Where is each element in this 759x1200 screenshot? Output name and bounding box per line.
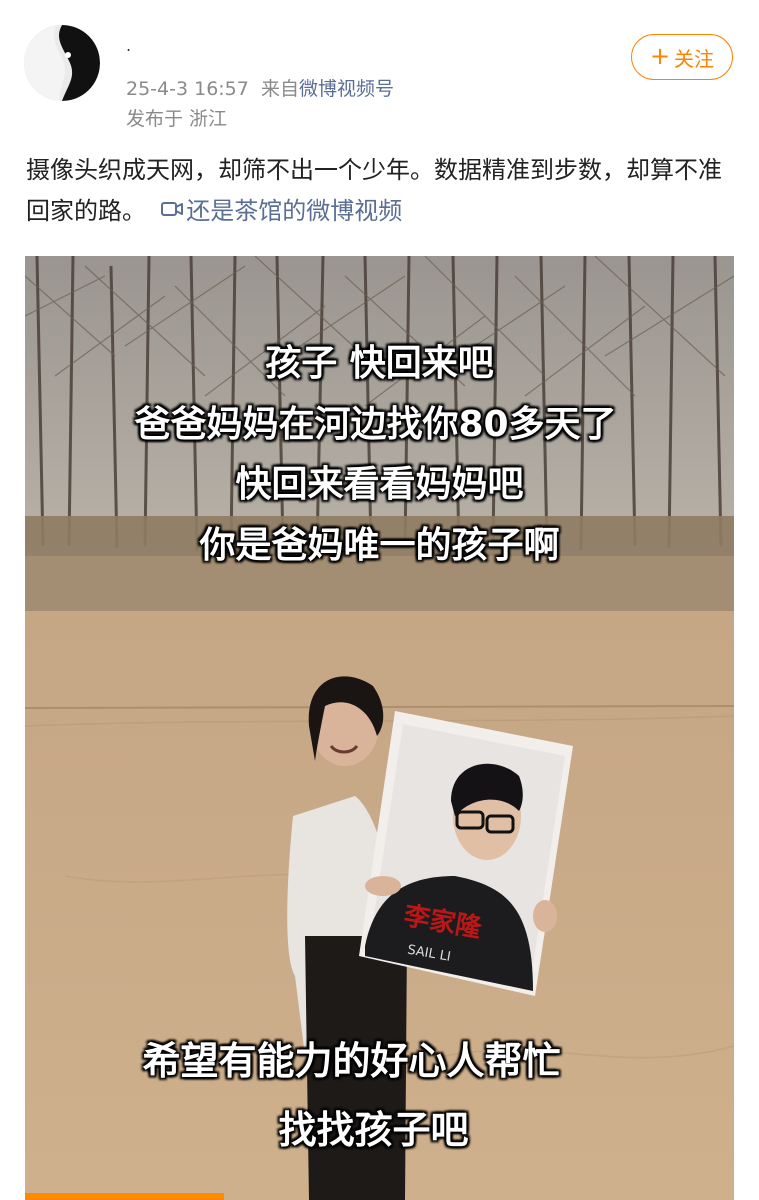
video-player[interactable]: 李家隆 SAIL LI 孩子 快回来吧 爸爸妈妈在河边找你80多天了 快回来看看… bbox=[25, 256, 734, 1200]
caption-line-5: 希望有能力的好心人帮忙 bbox=[142, 1039, 561, 1083]
caption-line-4: 你是爸妈唯一的孩子啊 bbox=[199, 525, 560, 566]
source-link[interactable]: 微博视频号 bbox=[299, 78, 394, 100]
caption-line-1: 孩子 快回来吧 bbox=[265, 343, 494, 384]
avatar-image bbox=[24, 25, 100, 101]
source-prefix: 来自 bbox=[260, 78, 299, 100]
portrait-sign: 李家隆 SAIL LI bbox=[359, 711, 573, 996]
plus-icon: + bbox=[649, 42, 671, 70]
video-progress-bar[interactable] bbox=[25, 1193, 224, 1200]
follow-label: 关注 bbox=[674, 46, 715, 71]
video-camera-icon bbox=[161, 190, 184, 231]
post-meta: 25-4-3 16:57 来自微博视频号 bbox=[126, 74, 394, 101]
caption-line-3: 快回来看看妈妈吧 bbox=[235, 464, 524, 505]
user-avatar[interactable] bbox=[24, 25, 100, 101]
post-header: . 25-4-3 16:57 来自微博视频号 发布于 浙江 + 关注 bbox=[0, 0, 759, 140]
post-date: 25-4-3 16:57 bbox=[126, 78, 249, 100]
caption-line-6: 找找孩子吧 bbox=[278, 1108, 469, 1152]
username[interactable]: . bbox=[126, 36, 131, 55]
follow-button[interactable]: + 关注 bbox=[631, 34, 733, 80]
video-link-label: 还是茶馆的微博视频 bbox=[186, 197, 403, 225]
post-location: 发布于 浙江 bbox=[126, 108, 228, 130]
video-link[interactable]: 还是茶馆的微博视频 bbox=[161, 197, 402, 225]
post-body: 摄像头织成天网，却筛不出一个少年。数据精准到步数，却算不准回家的路。 还是茶馆的… bbox=[26, 150, 734, 232]
caption-line-2: 爸爸妈妈在河边找你80多天了 bbox=[134, 404, 617, 445]
